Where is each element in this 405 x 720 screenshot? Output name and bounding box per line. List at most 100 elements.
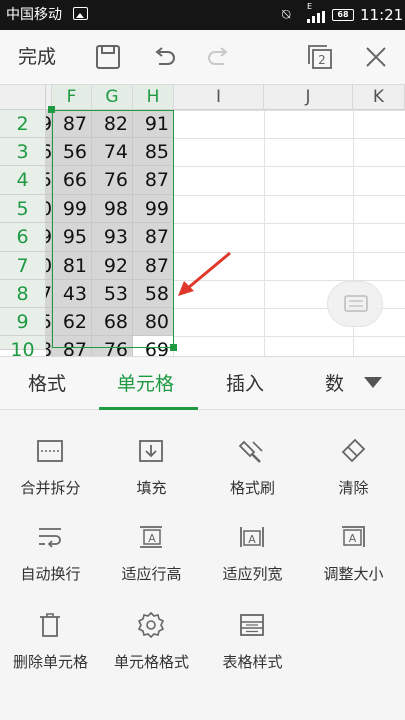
- save-icon[interactable]: [94, 43, 122, 71]
- table-cell[interactable]: 82: [92, 110, 133, 138]
- done-button[interactable]: 完成: [18, 44, 56, 70]
- table-cell[interactable]: 85: [133, 138, 174, 166]
- gear-icon: [137, 611, 165, 639]
- fit-column-width-icon: A: [240, 527, 264, 547]
- row-header-7[interactable]: 7: [0, 252, 46, 280]
- tab-insert[interactable]: 插入: [226, 371, 264, 397]
- tool-label: 删除单元格: [12, 653, 88, 671]
- merge-split-button[interactable]: 合并拆分: [0, 410, 101, 497]
- row-header-3[interactable]: 3: [0, 138, 46, 166]
- table-cell[interactable]: 74: [92, 138, 133, 166]
- fill-icon: [139, 440, 163, 462]
- gridline: [174, 138, 405, 139]
- gridline: [174, 110, 405, 111]
- selection-handle-top-left[interactable]: [48, 106, 55, 113]
- format-painter-button[interactable]: 格式刷: [202, 410, 303, 497]
- table-cell[interactable]: 58: [133, 280, 174, 308]
- svg-text:A: A: [148, 532, 156, 545]
- column-header-i[interactable]: I: [174, 85, 264, 110]
- table-cell[interactable]: 98: [92, 195, 133, 223]
- signal-icon: [307, 11, 327, 23]
- table-cell[interactable]: 95: [52, 223, 92, 252]
- image-notification-icon: [73, 7, 88, 20]
- table-cell[interactable]: 68: [92, 308, 133, 336]
- tool-label: 合并拆分: [20, 479, 81, 497]
- sheet-count: 2: [318, 53, 326, 67]
- table-cell[interactable]: 66: [52, 166, 92, 195]
- fit-column-width-button[interactable]: A 适应列宽: [202, 496, 303, 583]
- gridline: [174, 166, 405, 167]
- tool-label: 单元格格式: [113, 653, 189, 671]
- selection-handle-bottom-right[interactable]: [170, 344, 177, 351]
- table-cell[interactable]: 93: [92, 223, 133, 252]
- gridline: [174, 223, 405, 224]
- table-cell[interactable]: 92: [92, 252, 133, 280]
- row-header-8[interactable]: 8: [0, 280, 46, 308]
- keyboard-toggle-button[interactable]: [327, 281, 383, 327]
- delete-cell-button[interactable]: 删除单元格: [0, 584, 101, 671]
- auto-wrap-button[interactable]: 自动换行: [0, 496, 101, 583]
- table-cell[interactable]: 87: [52, 110, 92, 138]
- sheets-icon[interactable]: 2: [306, 43, 334, 71]
- clear-button[interactable]: 清除: [303, 410, 404, 497]
- mute-icon: ⍉: [282, 7, 291, 23]
- tab-cell[interactable]: 单元格: [117, 371, 174, 397]
- editor-toolbar: 完成 2: [0, 30, 405, 85]
- tab-data[interactable]: 数: [325, 371, 344, 397]
- tab-format[interactable]: 格式: [28, 371, 66, 397]
- close-icon[interactable]: [362, 43, 390, 71]
- column-header-k[interactable]: K: [353, 85, 405, 110]
- table-cell[interactable]: 43: [52, 280, 92, 308]
- table-cell[interactable]: 99: [52, 195, 92, 223]
- table-cell[interactable]: 87: [133, 223, 174, 252]
- column-header-j[interactable]: J: [264, 85, 353, 110]
- chevron-down-icon[interactable]: [364, 377, 382, 388]
- merge-cells-icon: [37, 440, 63, 462]
- fit-row-height-button[interactable]: A 适应行高: [101, 496, 202, 583]
- table-style-button[interactable]: 表格样式: [202, 584, 303, 671]
- undo-icon[interactable]: [150, 43, 178, 71]
- table-cell[interactable]: 80: [133, 308, 174, 336]
- column-header-h[interactable]: H: [133, 85, 174, 110]
- keyboard-icon: [344, 295, 368, 312]
- gridline: [174, 195, 405, 196]
- tool-label: 清除: [338, 479, 369, 497]
- column-header-g[interactable]: G: [92, 85, 133, 110]
- function-tabs: 格式 单元格 插入 数: [0, 356, 405, 410]
- fill-button[interactable]: 填充: [101, 410, 202, 497]
- resize-button[interactable]: A 调整大小: [303, 496, 404, 583]
- column-header-f[interactable]: F: [52, 85, 92, 110]
- row-header-9[interactable]: 9: [0, 308, 46, 336]
- format-painter-icon: [238, 440, 263, 463]
- table-cell[interactable]: 56: [52, 138, 92, 166]
- row-header-10[interactable]: 10: [0, 336, 46, 356]
- row-header-4[interactable]: 4: [0, 166, 46, 195]
- app-screen: 中国移动 ⍉ E 68 11:21 完成 2 F G H I J K 2 3 4…: [0, 0, 405, 720]
- trash-icon: [40, 613, 60, 637]
- carrier-name: 中国移动: [6, 7, 62, 23]
- table-cell[interactable]: 87: [133, 252, 174, 280]
- table-cell[interactable]: 87: [52, 336, 92, 356]
- select-all-corner[interactable]: [0, 85, 46, 110]
- cell-format-button[interactable]: 单元格格式: [101, 584, 202, 671]
- table-cell[interactable]: 76: [92, 166, 133, 195]
- spreadsheet-grid[interactable]: F G H I J K 2 3 4 5 6 7 8 9 10 987829165…: [0, 85, 405, 356]
- table-cell[interactable]: 91: [133, 110, 174, 138]
- table-cell[interactable]: 81: [52, 252, 92, 280]
- table-cell[interactable]: 87: [133, 166, 174, 195]
- table-cell[interactable]: 69: [133, 336, 174, 356]
- row-header-2[interactable]: 2: [0, 110, 46, 138]
- row-header-5[interactable]: 5: [0, 195, 46, 223]
- wrap-text-icon: [39, 528, 61, 548]
- row-header-6[interactable]: 6: [0, 223, 46, 252]
- red-arrow-annotation: [178, 251, 231, 296]
- network-type: E: [307, 2, 313, 11]
- tool-label: 调整大小: [323, 565, 384, 583]
- table-cell[interactable]: 53: [92, 280, 133, 308]
- redo-icon[interactable]: [205, 43, 233, 71]
- cell-tools-panel: 合并拆分 填充 格式刷 清除 自动换行 A 适应行高 A 适应列宽 A 调整大小…: [0, 410, 405, 720]
- table-cell[interactable]: 99: [133, 195, 174, 223]
- table-cell[interactable]: 62: [52, 308, 92, 336]
- table-cell[interactable]: 76: [92, 336, 133, 356]
- tool-label: 适应行高: [121, 565, 182, 583]
